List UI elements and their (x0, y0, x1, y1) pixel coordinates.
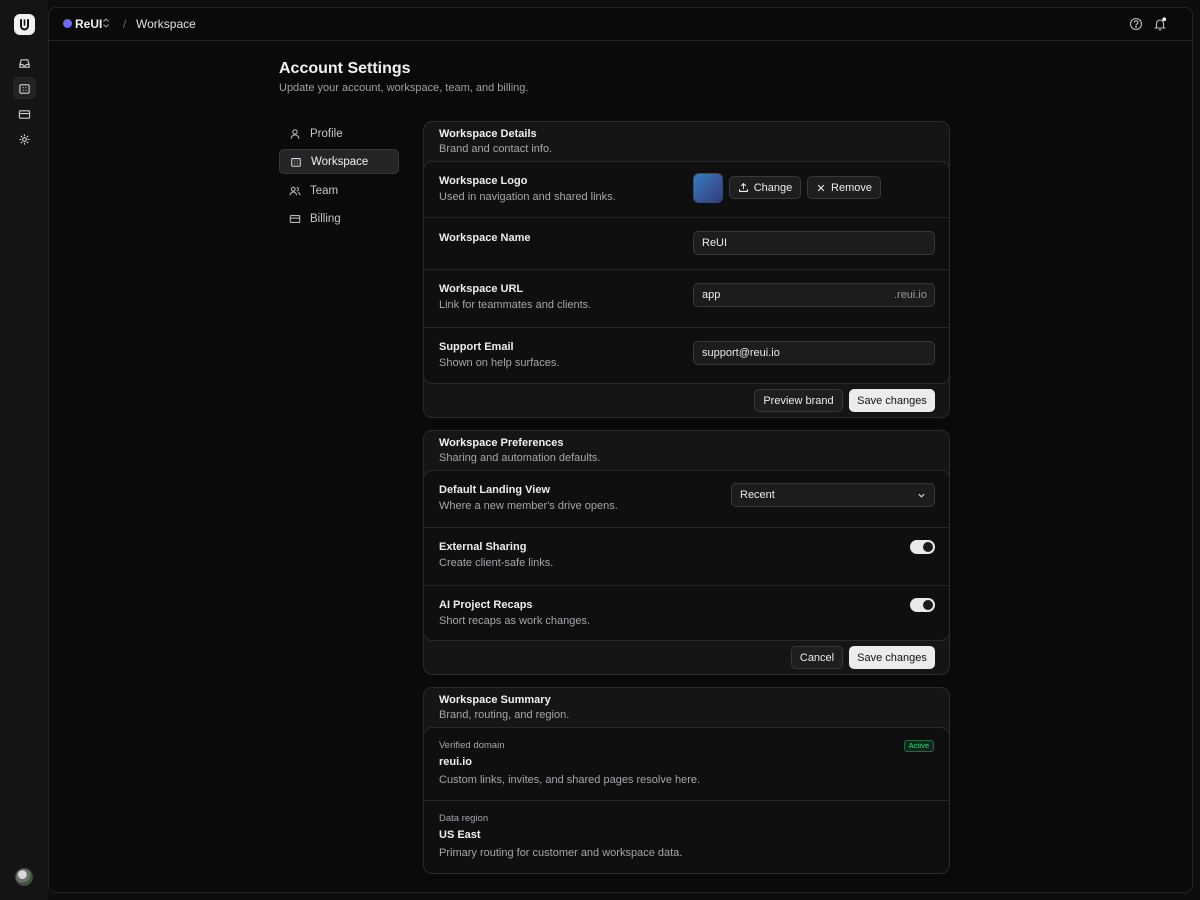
remove-logo-button[interactable]: Remove (807, 176, 881, 199)
default-landing-select[interactable]: Recent (731, 483, 935, 507)
page-title: Account Settings (279, 60, 411, 77)
card-body: Workspace Logo Used in navigation and sh… (423, 161, 950, 384)
card-description: Sharing and automation defaults. (439, 452, 601, 464)
gear-icon[interactable] (13, 128, 36, 150)
workspace-switcher[interactable]: ReUI (75, 17, 102, 31)
settings-nav-billing[interactable]: Billing (279, 206, 399, 231)
row-title: Workspace URL (439, 283, 524, 295)
card-title: Workspace Details (439, 128, 537, 140)
change-logo-label: Change (753, 181, 793, 194)
bell-icon[interactable] (1153, 17, 1167, 31)
workspace-url-row: Workspace URL Link for teammates and cli… (424, 270, 949, 328)
row-title: Workspace Name (439, 232, 531, 244)
row-title: Default Landing View (439, 484, 551, 496)
support-email-value: support@reui.io (702, 347, 780, 359)
page-subtitle: Update your account, workspace, team, an… (279, 82, 529, 94)
summary-value: US East (439, 829, 481, 841)
ai-recaps-row: AI Project Recaps Short recaps as work c… (424, 586, 949, 642)
workspace-logo-row: Workspace Logo Used in navigation and sh… (424, 162, 949, 218)
card-icon (289, 214, 301, 223)
avatar[interactable] (15, 868, 33, 886)
card-description: Brand and contact info. (439, 143, 553, 155)
row-description: Used in navigation and shared links. (439, 191, 616, 203)
upload-icon (738, 182, 748, 192)
default-landing-value: Recent (740, 489, 775, 501)
app-logo[interactable] (14, 14, 35, 35)
help-icon[interactable] (1129, 17, 1143, 31)
workspace-logo-preview (693, 173, 723, 203)
building-icon[interactable] (13, 77, 36, 99)
settings-nav-profile[interactable]: Profile (279, 121, 399, 146)
users-icon (289, 186, 301, 195)
top-bar: ReUI / Workspace (49, 8, 1192, 41)
row-description: Link for teammates and clients. (439, 299, 592, 311)
preview-brand-button[interactable]: Preview brand (754, 389, 843, 412)
row-description: Create client-safe links. (439, 557, 554, 569)
workspace-url-value: app (702, 289, 721, 301)
support-email-row: Support Email Shown on help surfaces. su… (424, 328, 949, 385)
summary-label: Data region (439, 813, 489, 824)
data-region-row: Data region US East Primary routing for … (424, 801, 949, 875)
cancel-button[interactable]: Cancel (791, 646, 843, 669)
card-body: Default Landing View Where a new member'… (423, 470, 950, 641)
building-icon (291, 157, 301, 167)
summary-value: reui.io (439, 756, 473, 768)
breadcrumb-current: Workspace (136, 17, 196, 31)
summary-description: Custom links, invites, and shared pages … (439, 774, 701, 786)
user-icon (290, 128, 300, 139)
workspace-name-input[interactable]: ReUI (693, 231, 935, 255)
workspace-preferences-card: Workspace Preferences Sharing and automa… (423, 430, 950, 675)
card-title: Workspace Preferences (439, 437, 564, 449)
settings-nav-label: Billing (310, 212, 341, 225)
workspace-summary-card: Workspace Summary Brand, routing, and re… (423, 687, 950, 874)
status-badge: Active (903, 740, 934, 752)
breadcrumb-separator: / (123, 17, 127, 31)
row-description: Where a new member's drive opens. (439, 500, 618, 512)
summary-description: Primary routing for customer and workspa… (439, 847, 683, 859)
workspace-name-value: ReUI (702, 237, 728, 249)
inbox-icon[interactable] (13, 52, 36, 74)
app-rail (0, 0, 48, 900)
row-title: External Sharing (439, 541, 527, 553)
remove-logo-label: Remove (831, 181, 872, 194)
settings-nav-team[interactable]: Team (279, 178, 399, 203)
row-description: Shown on help surfaces. (439, 357, 560, 369)
chevron-down-icon (918, 493, 925, 498)
card-body: Verified domain Active reui.io Custom li… (423, 727, 950, 874)
chevron-updown-icon[interactable] (102, 18, 110, 28)
save-preferences-button[interactable]: Save changes (849, 646, 935, 669)
settings-nav-label: Profile (310, 127, 343, 140)
row-description: Short recaps as work changes. (439, 615, 591, 627)
workspace-url-input[interactable]: app .reui.io (693, 283, 935, 307)
workspace-dot-icon (63, 19, 72, 28)
change-logo-button[interactable]: Change (729, 176, 801, 199)
row-title: Workspace Logo (439, 175, 528, 187)
card-title: Workspace Summary (439, 694, 551, 706)
external-sharing-row: External Sharing Create client-safe link… (424, 528, 949, 586)
save-details-button[interactable]: Save changes (849, 389, 935, 412)
verified-domain-row: Verified domain Active reui.io Custom li… (424, 728, 949, 801)
settings-nav-label: Team (310, 184, 339, 197)
settings-nav-label: Workspace (311, 155, 369, 168)
row-title: Support Email (439, 341, 514, 353)
workspace-url-suffix: .reui.io (893, 289, 927, 301)
settings-nav-workspace[interactable]: Workspace (279, 149, 399, 174)
support-email-input[interactable]: support@reui.io (693, 341, 935, 365)
ai-recaps-toggle[interactable] (910, 598, 935, 612)
card-icon[interactable] (13, 103, 36, 125)
default-landing-row: Default Landing View Where a new member'… (424, 471, 949, 528)
row-title: AI Project Recaps (439, 599, 533, 611)
workspace-details-card: Workspace Details Brand and contact info… (423, 121, 950, 418)
summary-label: Verified domain (439, 740, 505, 751)
close-icon (817, 184, 825, 191)
card-description: Brand, routing, and region. (439, 709, 570, 721)
workspace-name-row: Workspace Name ReUI (424, 218, 949, 270)
external-sharing-toggle[interactable] (910, 540, 935, 554)
